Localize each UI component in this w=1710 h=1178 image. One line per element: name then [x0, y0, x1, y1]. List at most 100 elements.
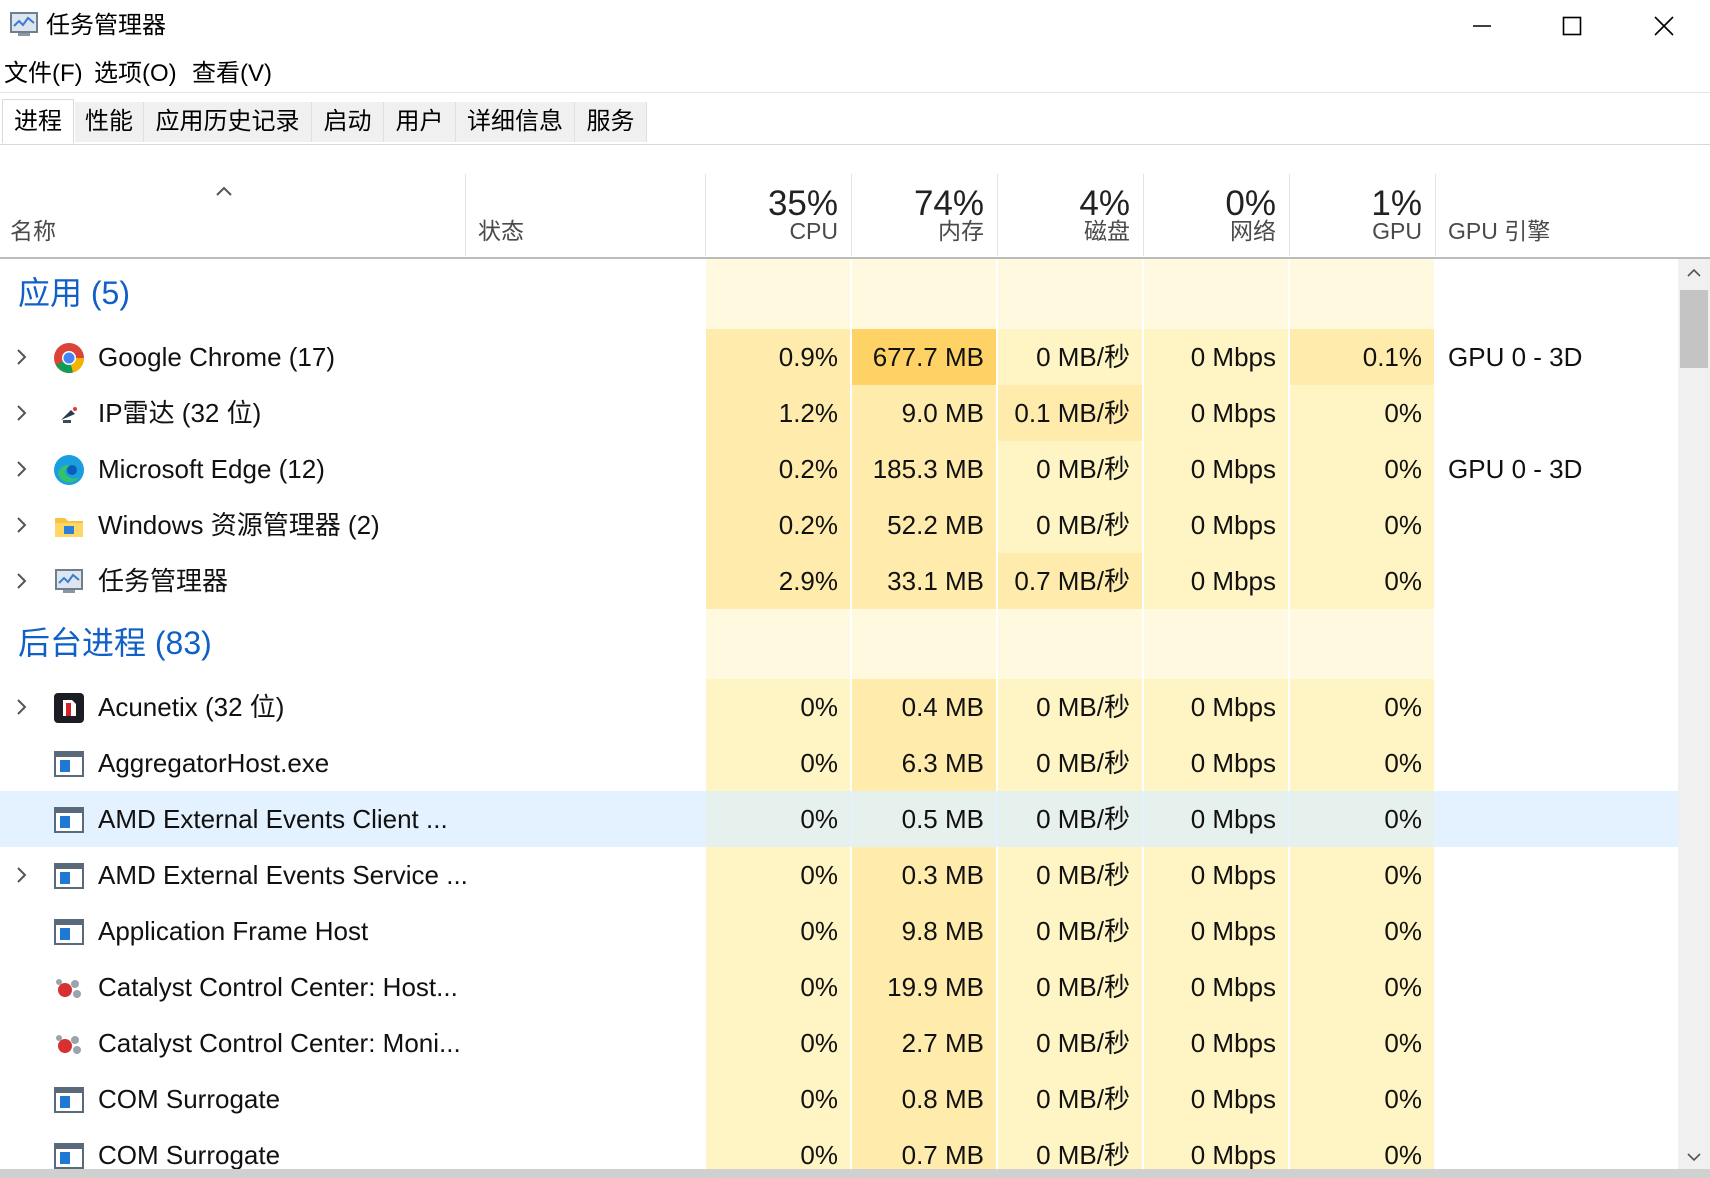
expand-chevron-icon[interactable] — [15, 572, 29, 590]
process-row[interactable]: AMD External Events Service ... 0% 0.3 MB 0… — [0, 847, 1678, 903]
memory-cell: 185.3 MB — [852, 441, 996, 497]
memory-cell: 677.7 MB — [852, 329, 996, 385]
gpu-cell: 0% — [1290, 553, 1434, 609]
network-cell: 0 Mbps — [1144, 959, 1288, 1015]
radar-icon — [53, 398, 85, 430]
process-row[interactable]: Application Frame Host 0% 9.8 MB 0 MB/秒 0 Mb… — [0, 903, 1678, 959]
process-row[interactable]: Google Chrome (17) 0.9% 677.7 MB 0 MB/秒 0 Mb… — [0, 329, 1678, 385]
menu-options[interactable]: 选项(O) — [94, 58, 177, 90]
column-network[interactable]: 0% 网络 — [1144, 174, 1290, 256]
disk-cell: 0 MB/秒 — [998, 847, 1142, 903]
process-name: AggregatorHost.exe — [98, 748, 330, 778]
edge-icon — [53, 454, 85, 486]
process-name: Acunetix (32 位) — [98, 692, 285, 722]
network-cell: 0 Mbps — [1144, 1127, 1288, 1171]
group-background: 后台进程 (83) — [0, 609, 1678, 679]
column-disk-label: 磁盘 — [1084, 218, 1130, 244]
process-row[interactable]: AMD External Events Client ... 0% 0.5 MB 0 … — [0, 791, 1678, 847]
disk-cell: 0 MB/秒 — [998, 735, 1142, 791]
disk-cell: 0 MB/秒 — [998, 1071, 1142, 1127]
vertical-scroll-thumb[interactable] — [1680, 290, 1708, 368]
maximize-button[interactable] — [1526, 0, 1618, 52]
network-cell: 0 Mbps — [1144, 329, 1288, 385]
cpu-cell: 2.9% — [706, 553, 850, 609]
disk-cell: 0 MB/秒 — [998, 497, 1142, 553]
cpu-cell: 0% — [706, 903, 850, 959]
process-row[interactable]: AggregatorHost.exe 0% 6.3 MB 0 MB/秒 0 Mbps 0% — [0, 735, 1678, 791]
process-row[interactable]: Catalyst Control Center: Moni... 0% 2.7 MB… — [0, 1015, 1678, 1071]
column-gpu[interactable]: 1% GPU — [1290, 174, 1436, 256]
process-name: Application Frame Host — [98, 916, 369, 946]
process-name: Google Chrome (17) — [98, 342, 335, 372]
column-memory[interactable]: 74% 内存 — [852, 174, 998, 256]
disk-cell: 0 MB/秒 — [998, 679, 1142, 735]
column-name-label: 名称 — [10, 218, 56, 244]
network-cell: 0 Mbps — [1144, 1015, 1288, 1071]
expand-chevron-icon[interactable] — [15, 698, 29, 716]
gpu-cell: 0% — [1290, 1071, 1434, 1127]
process-name: Catalyst Control Center: Host... — [98, 972, 458, 1002]
menu-file[interactable]: 文件(F) — [4, 58, 83, 90]
menu-view[interactable]: 查看(V) — [192, 58, 272, 90]
tab-startup[interactable]: 启动 — [312, 102, 384, 142]
process-row[interactable]: Windows 资源管理器 (2) 0.2% 52.2 MB 0 MB/秒 0 Mbps… — [0, 497, 1678, 553]
memory-cell: 33.1 MB — [852, 553, 996, 609]
group-apps: 应用 (5) — [0, 259, 1678, 329]
expand-chevron-icon[interactable] — [15, 348, 29, 366]
memory-cell: 9.8 MB — [852, 903, 996, 959]
catalyst-icon — [53, 1028, 85, 1060]
gpu-cell: 0% — [1290, 735, 1434, 791]
tab-processes[interactable]: 进程 — [2, 99, 74, 143]
column-gpu-engine[interactable]: GPU 引擎 — [1436, 174, 1678, 256]
title-bar: 任务管理器 — [0, 0, 1710, 52]
tab-services[interactable]: 服务 — [575, 102, 647, 142]
process-row[interactable]: COM Surrogate 0% 0.8 MB 0 MB/秒 0 Mbps 0% — [0, 1071, 1678, 1127]
column-status[interactable]: 状态 — [466, 174, 706, 256]
expand-chevron-icon[interactable] — [15, 460, 29, 478]
close-button[interactable] — [1618, 0, 1710, 52]
process-row[interactable]: IP雷达 (32 位) 1.2% 9.0 MB 0.1 MB/秒 0 Mbps 0% — [0, 385, 1678, 441]
gpu-cell: 0% — [1290, 1127, 1434, 1171]
memory-cell: 6.3 MB — [852, 735, 996, 791]
gpu-cell: 0.1% — [1290, 329, 1434, 385]
minimize-icon — [1473, 25, 1491, 27]
tab-app-history[interactable]: 应用历史记录 — [144, 102, 312, 142]
disk-cell: 0 MB/秒 — [998, 1015, 1142, 1071]
process-row[interactable]: Microsoft Edge (12) 0.2% 185.3 MB 0 MB/秒 0 M… — [0, 441, 1678, 497]
horizontal-scrollbar[interactable] — [0, 1169, 1710, 1178]
tab-performance[interactable]: 性能 — [75, 102, 144, 142]
cpu-cell: 0.2% — [706, 497, 850, 553]
cpu-cell: 0% — [706, 735, 850, 791]
tab-users[interactable]: 用户 — [384, 102, 456, 142]
column-cpu[interactable]: 35% CPU — [706, 174, 852, 256]
expand-chevron-icon[interactable] — [15, 404, 29, 422]
network-cell: 0 Mbps — [1144, 553, 1288, 609]
tab-details[interactable]: 详细信息 — [456, 102, 575, 142]
gpu-engine-cell: GPU 0 - 3D — [1448, 342, 1583, 372]
gpu-cell: 0% — [1290, 959, 1434, 1015]
process-row[interactable]: 任务管理器 2.9% 33.1 MB 0.7 MB/秒 0 Mbps 0% — [0, 553, 1678, 609]
memory-cell: 9.0 MB — [852, 385, 996, 441]
scroll-up-icon[interactable] — [1686, 267, 1702, 279]
vertical-scrollbar[interactable] — [1678, 259, 1710, 1171]
column-status-label: 状态 — [478, 218, 524, 244]
catalyst-icon — [53, 972, 85, 1004]
disk-cell: 0 MB/秒 — [998, 903, 1142, 959]
memory-cell: 0.3 MB — [852, 847, 996, 903]
process-row[interactable]: Acunetix (32 位) 0% 0.4 MB 0 MB/秒 0 Mbps 0% — [0, 679, 1678, 735]
column-gpu-label: GPU — [1372, 218, 1422, 244]
column-cpu-label: CPU — [789, 218, 838, 244]
group-title: 应用 (5) — [18, 275, 131, 311]
expand-chevron-icon[interactable] — [15, 516, 29, 534]
process-row[interactable]: Catalyst Control Center: Host... 0% 19.9 M… — [0, 959, 1678, 1015]
window-title: 任务管理器 — [46, 12, 166, 39]
column-name[interactable]: 名称 — [0, 174, 466, 256]
process-row[interactable]: COM Surrogate 0% 0.7 MB 0 MB/秒 0 Mbps 0% — [0, 1127, 1678, 1171]
column-disk[interactable]: 4% 磁盘 — [998, 174, 1144, 256]
cpu-cell: 0.2% — [706, 441, 850, 497]
minimize-button[interactable] — [1436, 0, 1528, 52]
process-name: 任务管理器 — [98, 566, 229, 596]
network-cell: 0 Mbps — [1144, 679, 1288, 735]
scroll-down-icon[interactable] — [1686, 1151, 1702, 1163]
expand-chevron-icon[interactable] — [15, 866, 29, 884]
